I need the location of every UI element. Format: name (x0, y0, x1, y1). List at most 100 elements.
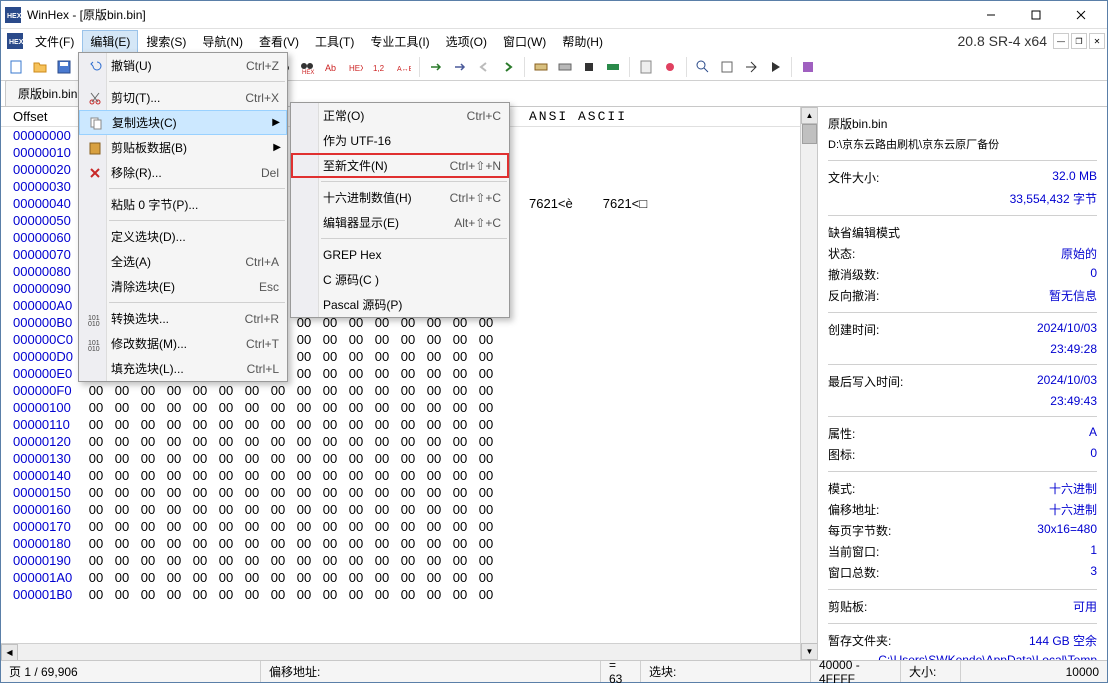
byte-cell[interactable]: 00 (421, 366, 447, 381)
byte-cell[interactable]: 00 (265, 502, 291, 517)
byte-cell[interactable]: 00 (187, 519, 213, 534)
byte-cell[interactable]: 00 (395, 366, 421, 381)
byte-cell[interactable]: 00 (83, 434, 109, 449)
menu-item[interactable]: 撤销(U)Ctrl+Z (79, 53, 287, 78)
byte-cell[interactable]: 00 (317, 570, 343, 585)
menu-item[interactable]: 移除(R)...Del (79, 160, 287, 185)
goto-offset-icon[interactable] (425, 56, 447, 78)
byte-cell[interactable]: 00 (421, 451, 447, 466)
byte-cell[interactable]: 00 (83, 468, 109, 483)
byte-cell[interactable]: 00 (187, 536, 213, 551)
byte-cell[interactable]: 00 (317, 366, 343, 381)
byte-cell[interactable]: 00 (369, 400, 395, 415)
byte-cell[interactable]: 00 (421, 332, 447, 347)
byte-cell[interactable]: 00 (447, 417, 473, 432)
byte-cell[interactable]: 00 (135, 519, 161, 534)
byte-cell[interactable]: 00 (161, 570, 187, 585)
maximize-button[interactable] (1013, 1, 1058, 29)
byte-cell[interactable]: 00 (395, 485, 421, 500)
byte-cell[interactable]: 00 (447, 536, 473, 551)
byte-cell[interactable]: 00 (161, 468, 187, 483)
byte-cell[interactable]: 00 (161, 485, 187, 500)
byte-cell[interactable]: 00 (369, 502, 395, 517)
byte-cell[interactable]: 00 (291, 451, 317, 466)
byte-cell[interactable]: 00 (213, 400, 239, 415)
byte-cell[interactable]: 00 (447, 485, 473, 500)
byte-cell[interactable]: 00 (473, 349, 499, 364)
byte-cell[interactable]: 00 (83, 417, 109, 432)
byte-cell[interactable]: 00 (317, 417, 343, 432)
byte-cell[interactable]: 00 (343, 468, 369, 483)
byte-cell[interactable]: 00 (109, 519, 135, 534)
byte-cell[interactable]: 00 (473, 434, 499, 449)
byte-cell[interactable]: 00 (109, 485, 135, 500)
byte-cell[interactable]: 00 (83, 451, 109, 466)
menu-nav[interactable]: 导航(N) (194, 30, 251, 53)
byte-cell[interactable]: 00 (239, 485, 265, 500)
byte-cell[interactable]: 00 (109, 536, 135, 551)
byte-cell[interactable]: 00 (447, 570, 473, 585)
binoculars-hex-icon[interactable]: HEX (296, 56, 318, 78)
byte-cell[interactable]: 00 (369, 349, 395, 364)
disk1-icon[interactable] (530, 56, 552, 78)
hex-row[interactable]: 000001A000000000000000000000000000000000 (1, 569, 817, 586)
byte-cell[interactable]: 00 (473, 417, 499, 432)
byte-cell[interactable]: 00 (291, 366, 317, 381)
byte-cell[interactable]: 00 (135, 587, 161, 602)
menu-search[interactable]: 搜索(S) (138, 30, 194, 53)
byte-cell[interactable]: 00 (395, 502, 421, 517)
byte-cell[interactable]: 00 (369, 451, 395, 466)
new-file-icon[interactable] (5, 56, 27, 78)
byte-cell[interactable]: 00 (421, 417, 447, 432)
byte-cell[interactable]: 00 (317, 485, 343, 500)
byte-cell[interactable]: 00 (291, 349, 317, 364)
byte-cell[interactable]: 00 (239, 587, 265, 602)
hex-row[interactable]: 0000014000000000000000000000000000000000 (1, 467, 817, 484)
byte-cell[interactable]: 00 (395, 434, 421, 449)
submenu-item[interactable]: 编辑器显示(E)Alt+⇧+C (291, 210, 509, 235)
byte-cell[interactable]: 00 (343, 349, 369, 364)
byte-cell[interactable]: 00 (343, 366, 369, 381)
byte-cell[interactable]: 00 (473, 485, 499, 500)
menu-item[interactable]: 101010修改数据(M)...Ctrl+T (79, 331, 287, 356)
byte-cell[interactable]: 00 (161, 451, 187, 466)
byte-cell[interactable]: 00 (291, 519, 317, 534)
byte-cell[interactable]: 00 (83, 502, 109, 517)
byte-cell[interactable]: 00 (343, 451, 369, 466)
byte-cell[interactable]: 00 (187, 451, 213, 466)
byte-cell[interactable]: 00 (291, 417, 317, 432)
byte-cell[interactable]: 00 (395, 468, 421, 483)
menu-item[interactable]: 剪贴板数据(B)▶ (79, 135, 287, 160)
byte-cell[interactable]: 00 (291, 570, 317, 585)
submenu-item[interactable]: 正常(O)Ctrl+C (291, 103, 509, 128)
byte-cell[interactable]: 00 (369, 570, 395, 585)
mdi-close-button[interactable]: ✕ (1089, 33, 1105, 49)
byte-cell[interactable]: 00 (421, 383, 447, 398)
byte-cell[interactable]: 00 (161, 434, 187, 449)
byte-cell[interactable]: 00 (317, 536, 343, 551)
byte-cell[interactable]: 00 (109, 553, 135, 568)
hex-row[interactable]: 000000F000000000000000000000000000000000 (1, 382, 817, 399)
byte-cell[interactable]: 00 (447, 553, 473, 568)
horizontal-scrollbar[interactable]: ◀ ▶ (1, 643, 817, 660)
byte-cell[interactable]: 00 (213, 553, 239, 568)
byte-cell[interactable]: 00 (187, 570, 213, 585)
byte-cell[interactable]: 00 (265, 451, 291, 466)
play-icon[interactable] (764, 56, 786, 78)
byte-cell[interactable]: 00 (213, 570, 239, 585)
byte-cell[interactable]: 00 (265, 417, 291, 432)
byte-cell[interactable]: 00 (187, 434, 213, 449)
byte-cell[interactable]: 00 (473, 536, 499, 551)
menu-tools[interactable]: 工具(T) (307, 30, 362, 53)
byte-cell[interactable]: 00 (291, 434, 317, 449)
hex-row[interactable]: 0000017000000000000000000000000000000000 (1, 518, 817, 535)
byte-cell[interactable]: 00 (421, 434, 447, 449)
byte-cell[interactable]: 00 (213, 519, 239, 534)
byte-cell[interactable]: 00 (343, 587, 369, 602)
byte-cell[interactable]: 00 (343, 502, 369, 517)
byte-cell[interactable]: 00 (473, 332, 499, 347)
byte-cell[interactable]: 00 (343, 400, 369, 415)
byte-cell[interactable]: 00 (265, 536, 291, 551)
byte-cell[interactable]: 00 (317, 502, 343, 517)
options-icon[interactable] (797, 56, 819, 78)
